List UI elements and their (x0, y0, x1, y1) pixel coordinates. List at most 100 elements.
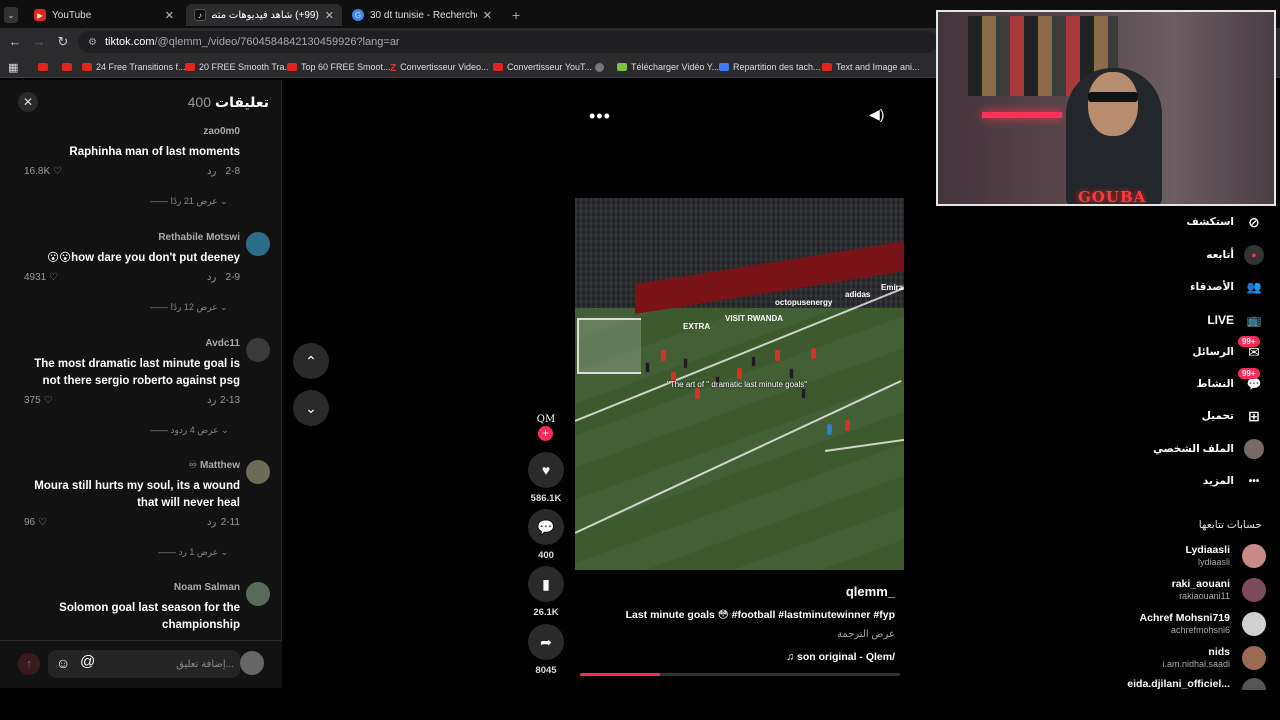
new-tab-button[interactable]: + (504, 4, 524, 26)
goal-net (577, 318, 641, 374)
sidebar-item-upload[interactable]: ⊞ تحميل (1202, 404, 1264, 428)
comment-like-button[interactable]: 375 ♡ (24, 395, 52, 406)
next-video-button[interactable]: ⌄ (293, 390, 329, 426)
youtube-icon (38, 63, 48, 71)
comment-input[interactable]: إضافة تعليق... (48, 650, 240, 678)
address-bar[interactable]: ⚙ tiktok.com/@qlemm_/video/7604584842130… (78, 31, 938, 53)
bookmark-item[interactable]: Text and Image ani... (822, 59, 920, 75)
account-name: Achref Mohsni719 (1139, 612, 1230, 624)
following-account[interactable]: nids i.am.nidhal.saadi (1012, 644, 1272, 674)
ad-text: VISIT RWANDA (725, 314, 784, 323)
video-progress-bar[interactable] (580, 673, 900, 676)
following-account[interactable]: eida.djilani_officiel... (1012, 676, 1272, 690)
video-description: Last minute goals 😳 #football #lastminut… (625, 609, 895, 621)
tab-close-icon[interactable]: ✕ (165, 9, 174, 22)
youtube-icon (185, 63, 195, 71)
bookmark-item[interactable] (595, 59, 608, 75)
bookmark-item[interactable] (62, 59, 76, 75)
comment-reply-button[interactable]: رد (207, 395, 216, 406)
tab-close-icon[interactable]: ✕ (483, 9, 492, 22)
close-comments-button[interactable]: ✕ (18, 92, 38, 112)
comment-reply-button[interactable]: رد (207, 517, 216, 528)
comment-author[interactable]: Noam Salman (174, 582, 240, 593)
comment-like-button[interactable]: 4931 ♡ (24, 272, 58, 283)
comment-reply-button[interactable]: رد (207, 166, 216, 177)
view-replies-button[interactable]: —— عرض 12 ردًا ⌄ (150, 302, 228, 313)
tab-close-icon[interactable]: ✕ (325, 9, 334, 22)
sidebar-item-friends[interactable]: 👥 الأصدقاء (1190, 275, 1264, 299)
avatar[interactable] (246, 460, 270, 484)
forward-icon[interactable]: → (31, 34, 47, 49)
bookmark-item[interactable]: Convertisseur YouT... (493, 59, 592, 75)
avatar[interactable] (246, 232, 270, 256)
comment-author[interactable]: Avdc11 (205, 338, 240, 349)
mention-icon[interactable]: @ (80, 653, 95, 670)
webcam-overlay: GOUBA (936, 10, 1276, 206)
comment-like-button[interactable]: 96 ♡ (24, 517, 47, 528)
following-account[interactable]: raki_aouani rakiaouani11 (1012, 576, 1272, 606)
previous-video-button[interactable]: ⌃ (293, 343, 329, 379)
sidebar-item-activity[interactable]: 💬 99+ النشاط (1196, 368, 1264, 396)
music-link[interactable]: ♫ son original - Qlem/ (575, 651, 895, 663)
streamer-glasses (1088, 92, 1138, 102)
tab-search-button[interactable]: ⌄ (4, 4, 24, 26)
share-button[interactable]: ➦ (528, 624, 564, 660)
back-icon[interactable]: ← (7, 34, 23, 49)
upload-icon: ⊞ (1248, 407, 1260, 424)
bookmark-item[interactable]: Z Convertisseur Video... (390, 59, 489, 75)
bookmark-item[interactable] (38, 59, 52, 75)
comment-button[interactable]: 💬 (528, 509, 564, 545)
share-count: 8045 (535, 665, 557, 676)
sidebar-item-live[interactable]: 📺 LIVE (1207, 308, 1264, 332)
bookmark-item[interactable]: 24 Free Transitions f... (82, 59, 186, 75)
sidebar-item-label: النشاط (1196, 378, 1234, 390)
view-replies-button[interactable]: —— عرض 1 رد ⌄ (158, 547, 228, 558)
comment-reply-button[interactable]: رد (207, 272, 216, 283)
apps-icon[interactable]: ▦ (8, 59, 18, 75)
bookmark-item[interactable]: 20 FREE Smooth Tra... (185, 59, 292, 75)
see-translation-link[interactable]: عرض الترجمة (575, 629, 895, 640)
reload-icon[interactable]: ↻ (55, 34, 71, 50)
view-replies-button[interactable]: —— عرض 21 ردًا ⌄ (150, 196, 228, 207)
following-account[interactable]: Lydiaasli lydiaasli (1012, 542, 1272, 572)
more-options-icon[interactable]: ••• (589, 106, 611, 127)
comment-text: The most dramatic last minute goal is no… (34, 358, 240, 387)
account-name: eida.djilani_officiel... (1127, 678, 1230, 690)
sidebar-item-messages[interactable]: ✉ 99+ الرسائل (1192, 336, 1264, 364)
comment-like-button[interactable]: 16.8K ♡ (24, 166, 62, 177)
avatar (1242, 544, 1266, 568)
sidebar-item-more[interactable]: ••• المزيد (1203, 469, 1264, 493)
bookmark-item[interactable]: Télécharger Vidéo Y... (617, 59, 719, 75)
video-player[interactable]: Emirates VISIT RWANDA octopusenergy adid… (575, 198, 904, 570)
tab-google[interactable]: G 30 dt tunisie - Recherche Goog ✕ (344, 4, 500, 26)
tab-youtube[interactable]: ▶ YouTube ✕ (26, 4, 182, 26)
emoji-icon[interactable]: ☺ (56, 655, 70, 671)
send-comment-button[interactable]: ↑ (18, 653, 40, 675)
view-replies-button[interactable]: —— عرض 4 ردود ⌄ (150, 425, 229, 436)
video-author[interactable]: qlemm_ (575, 584, 895, 599)
tab-tiktok[interactable]: ♪ (99+) شاهد فيديوهات متصدرة... ✕ (186, 4, 342, 26)
comment-author[interactable]: ♾ Matthew (188, 460, 240, 471)
sound-icon[interactable]: ◀) (869, 106, 884, 123)
site-info-icon[interactable]: ⚙ (88, 37, 97, 48)
comment-author[interactable]: Rethabile Motswi (158, 232, 240, 243)
avatar[interactable] (246, 338, 270, 362)
globe-icon (595, 62, 604, 72)
bookmark-item[interactable]: Top 60 FREE Smoot... (287, 59, 391, 75)
follow-button[interactable]: + (538, 426, 553, 441)
comment-author[interactable]: zao0m0 (203, 126, 240, 137)
profile-icon: ● (1244, 439, 1264, 459)
bookmark-item[interactable]: Repartition des tach... (719, 59, 821, 75)
tab-title: 30 dt tunisie - Recherche Goog (370, 9, 477, 21)
save-button[interactable]: ▮ (528, 566, 564, 602)
comment-text: Moura still hurts my soul, its a wound t… (34, 480, 240, 509)
more-icon: ••• (1248, 475, 1260, 487)
youtube-icon (62, 63, 72, 71)
sidebar-item-profile[interactable]: ● الملف الشخصي (1153, 437, 1264, 461)
like-button[interactable]: ♥ (528, 452, 564, 488)
sidebar-item-following[interactable]: ● أتابعه (1206, 243, 1264, 267)
sidebar-item-explore[interactable]: ⊘ استكشف (1186, 210, 1264, 234)
url-host: tiktok.com (104, 36, 155, 48)
following-account[interactable]: Achref Mohsni719 achrefmohsni6 (1012, 610, 1272, 640)
avatar[interactable] (246, 582, 270, 606)
